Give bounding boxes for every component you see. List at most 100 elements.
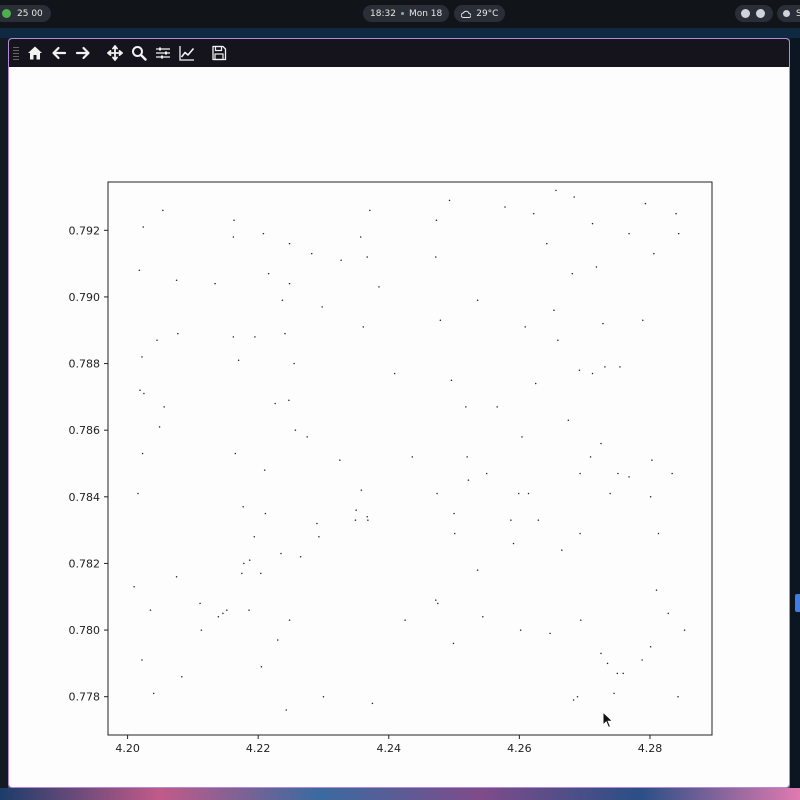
toolbar-grip[interactable] [13, 46, 19, 60]
scatter-point [288, 242, 291, 245]
scatter-point [411, 456, 414, 458]
scatter-point [339, 459, 341, 461]
weather-widget[interactable]: 29°C [454, 5, 506, 22]
scatter-point [436, 492, 438, 495]
scatter-point [619, 366, 621, 368]
pan-icon [107, 45, 123, 61]
back-button[interactable] [49, 43, 69, 63]
clock[interactable]: 18:32 Mon 18 [363, 5, 450, 22]
scatter-point [288, 399, 290, 401]
scatter-point [232, 336, 235, 338]
back-icon [52, 46, 67, 60]
scatter-point [262, 232, 265, 235]
scatter-point [281, 299, 284, 302]
scatter-point [466, 456, 468, 458]
workspace-label: 25 00 [17, 8, 43, 19]
configure-subplots-button[interactable] [153, 43, 173, 63]
scatter-point [162, 209, 164, 212]
zoom-button[interactable] [129, 43, 149, 63]
scatter-point [133, 586, 135, 588]
scatter-point [573, 196, 575, 198]
scatter-point [510, 519, 512, 521]
scatter-point [485, 472, 488, 475]
scatter-point [359, 236, 362, 238]
scatter-point [591, 222, 594, 225]
clock-date: Mon 18 [408, 8, 443, 19]
scatter-point [524, 326, 526, 328]
tray-settings[interactable]: S [777, 5, 800, 22]
tray-label: S [796, 8, 800, 19]
scatter-point [572, 699, 575, 701]
scatter-point [567, 419, 570, 421]
x-tick-label: 4.26 [507, 742, 532, 755]
scatter-point [649, 645, 652, 648]
scatter-point [371, 702, 374, 705]
scatter-point [519, 629, 522, 631]
scatter-point [437, 602, 439, 605]
side-panel-tab[interactable] [795, 594, 800, 612]
scatter-point [439, 319, 442, 321]
scatter-point [677, 695, 679, 698]
scatter-point [602, 322, 604, 325]
y-tick-label: 0.784 [69, 491, 101, 504]
scatter-point [649, 496, 652, 498]
scatter-point [609, 492, 611, 495]
scatter-point [322, 695, 325, 698]
scatter-point [579, 532, 581, 535]
scatter-point [571, 272, 574, 275]
scatter-point [641, 659, 643, 661]
home-icon [28, 46, 42, 60]
scatter-point [158, 426, 161, 428]
workspace-indicator[interactable]: 25 00 [0, 5, 51, 22]
x-tick-label: 4.22 [246, 742, 271, 755]
figure-canvas[interactable]: 4.20 4.22 4.24 4.26 4.28 0.778 0.780 0.782 0.784… [9, 67, 789, 787]
scatter-point [152, 692, 155, 695]
forward-button[interactable] [73, 43, 93, 63]
scatter-plot[interactable]: 4.20 4.22 4.24 4.26 4.28 0.778 0.780 0.782 0.784… [9, 67, 790, 787]
scatter-point [354, 519, 357, 521]
forward-icon [75, 46, 90, 60]
scatter-point [553, 309, 555, 312]
axes-frame [107, 181, 713, 736]
network-icon [741, 9, 750, 18]
scatter-point [521, 436, 523, 438]
workspace-icon [2, 9, 11, 18]
scatter-point [579, 472, 581, 475]
cloud-icon [461, 10, 472, 18]
scatter-point [677, 232, 680, 235]
scatter-point [642, 319, 644, 321]
scatter-point [141, 452, 144, 455]
save-icon [212, 45, 227, 61]
scatter-point [393, 372, 396, 375]
home-button[interactable] [25, 43, 45, 63]
settings-icon [783, 10, 790, 17]
scatter-point [226, 609, 228, 611]
scatter-point [651, 459, 653, 461]
save-button[interactable] [209, 43, 229, 63]
pan-button[interactable] [105, 43, 125, 63]
scatter-point [537, 519, 540, 521]
scatter-point [274, 402, 276, 405]
scatter-point [362, 326, 365, 328]
scatter-point [622, 672, 624, 675]
scatter-point [355, 509, 357, 511]
scatter-point [284, 332, 286, 335]
scatter-point [260, 665, 263, 668]
desktop-wallpaper [0, 788, 800, 800]
scatter-point [450, 379, 453, 381]
y-tick-label: 0.786 [69, 424, 101, 437]
scatter-point [604, 366, 606, 368]
scatter-point [600, 652, 602, 655]
scatter-point [222, 612, 224, 615]
edit-axis-button[interactable] [177, 43, 197, 63]
scatter-point [617, 472, 619, 475]
tray-group[interactable] [735, 5, 773, 22]
scatter-point [628, 232, 630, 235]
scatter-point [675, 212, 677, 215]
scatter-point [616, 672, 619, 675]
y-tick-label: 0.780 [69, 624, 101, 637]
scatter-point [141, 659, 143, 661]
scatter-point [137, 492, 139, 495]
scatter-point [369, 209, 371, 212]
scatter-point [264, 512, 267, 515]
